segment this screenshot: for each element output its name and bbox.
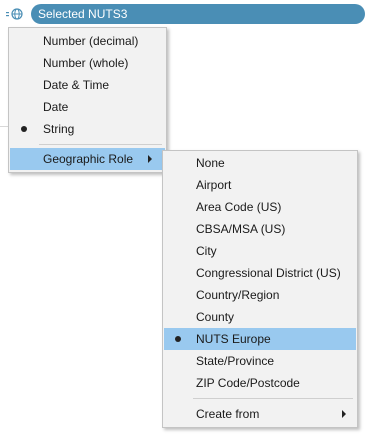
geo-item-create-from[interactable]: Create from xyxy=(164,403,356,425)
geo-item-none[interactable]: None xyxy=(164,152,356,174)
geo-item-state-province[interactable]: State/Province xyxy=(164,350,356,372)
submenu-arrow-icon xyxy=(148,155,152,163)
menu-item-label: Number (whole) xyxy=(43,56,129,70)
menu-item-number-decimal[interactable]: Number (decimal) xyxy=(10,30,165,52)
menu-item-number-whole[interactable]: Number (whole) xyxy=(10,52,165,74)
menu-item-label: Number (decimal) xyxy=(43,34,139,48)
menu-item-label: NUTS Europe xyxy=(196,332,271,346)
menu-item-label: CBSA/MSA (US) xyxy=(196,222,286,236)
geo-item-city[interactable]: City xyxy=(164,240,356,262)
field-pill[interactable]: Selected NUTS3 xyxy=(31,4,365,24)
field-pill-label: Selected NUTS3 xyxy=(38,7,128,21)
geo-item-zip-postcode[interactable]: ZIP Code/Postcode xyxy=(164,372,356,394)
menu-item-label: ZIP Code/Postcode xyxy=(196,376,300,390)
menu-item-label: County xyxy=(196,310,235,324)
menu-item-label: State/Province xyxy=(196,354,275,368)
geographic-role-menu: None Airport Area Code (US) CBSA/MSA (US… xyxy=(162,150,358,428)
menu-separator xyxy=(193,398,353,399)
menu-item-date-time[interactable]: Date & Time xyxy=(10,74,165,96)
geo-item-area-code[interactable]: Area Code (US) xyxy=(164,196,356,218)
menu-item-label: Geographic Role xyxy=(43,152,134,166)
submenu-arrow-icon xyxy=(342,410,346,418)
menu-item-label: Country/Region xyxy=(196,288,280,302)
geo-item-cbsa-msa[interactable]: CBSA/MSA (US) xyxy=(164,218,356,240)
menu-separator xyxy=(39,144,162,145)
menu-item-label: None xyxy=(196,156,225,170)
menu-item-label: Date & Time xyxy=(43,78,110,92)
menu-item-label: Congressional District (US) xyxy=(196,266,341,280)
menu-item-label: Date xyxy=(43,100,69,114)
menu-item-label: Area Code (US) xyxy=(196,200,282,214)
canvas: Selected NUTS3 n Number (decimal) Number… xyxy=(0,0,367,434)
menu-item-label: Create from xyxy=(196,407,260,421)
data-type-menu: Number (decimal) Number (whole) Date & T… xyxy=(8,27,167,173)
menu-item-geographic-role[interactable]: Geographic Role xyxy=(10,148,165,170)
selected-bullet-icon xyxy=(21,126,27,132)
menu-item-label: String xyxy=(43,122,75,136)
geo-item-congressional-district[interactable]: Congressional District (US) xyxy=(164,262,356,284)
menu-item-label: Airport xyxy=(196,178,232,192)
menu-item-date[interactable]: Date xyxy=(10,96,165,118)
geo-item-nuts-europe[interactable]: NUTS Europe xyxy=(164,328,356,350)
globe-icon[interactable] xyxy=(6,7,30,21)
menu-item-string[interactable]: String xyxy=(10,118,165,140)
selected-bullet-icon xyxy=(175,336,181,342)
menu-item-label: City xyxy=(196,244,217,258)
geo-item-county[interactable]: County xyxy=(164,306,356,328)
geo-item-country-region[interactable]: Country/Region xyxy=(164,284,356,306)
geo-item-airport[interactable]: Airport xyxy=(164,174,356,196)
